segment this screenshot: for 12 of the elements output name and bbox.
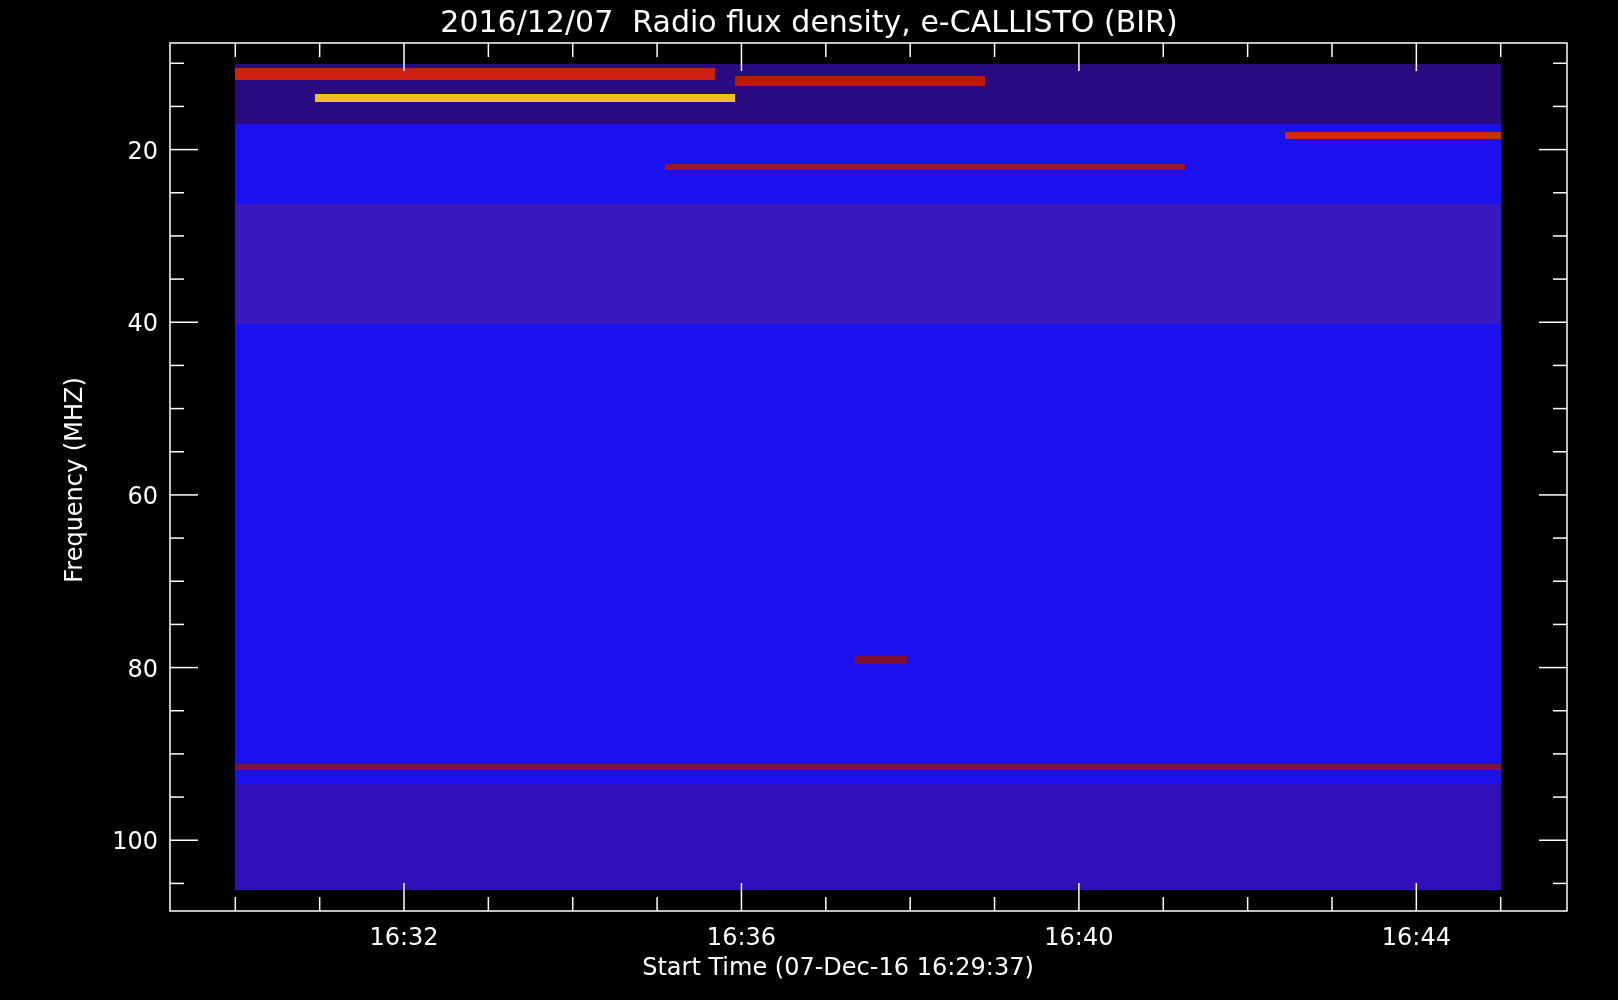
tick-label: 16:32 [369, 923, 439, 951]
tick-label: 80 [127, 654, 158, 683]
chart-title: 2016/12/07 Radio flux density, e-CALLISTO (BIR) [440, 4, 1178, 39]
tick-label: 16:44 [1381, 923, 1451, 951]
tick-label: 100 [112, 827, 158, 856]
tick-label: 16:40 [1044, 923, 1114, 951]
axis-label: Frequency (MHZ) [60, 377, 88, 583]
axis-label: Start Time (07-Dec-16 16:29:37) [642, 953, 1034, 981]
tick-label: 40 [127, 309, 158, 338]
tick-label: 20 [127, 136, 158, 165]
tick-label: 60 [127, 481, 158, 510]
tick-label: 16:36 [706, 923, 777, 951]
